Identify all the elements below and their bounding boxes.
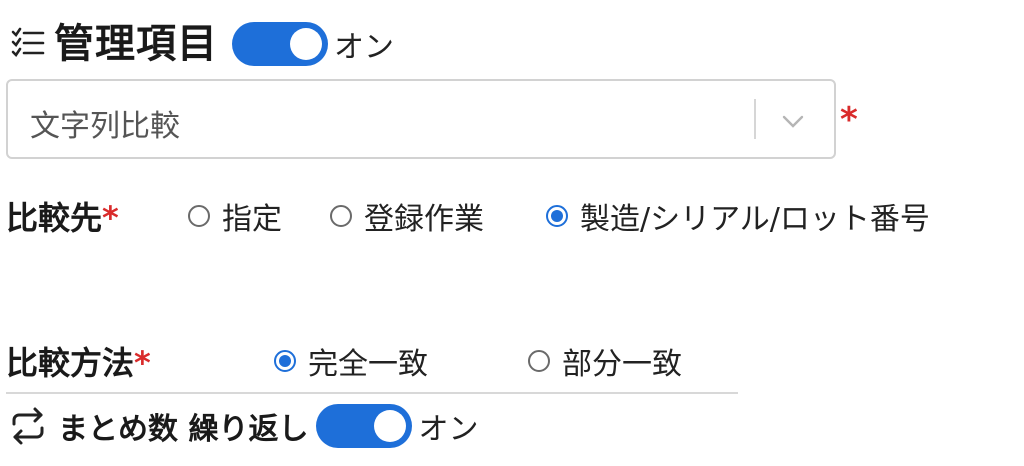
compare-target-option-registration[interactable]: 登録作業 — [330, 194, 484, 238]
option-label: 部分一致 — [562, 347, 682, 382]
page-title: 管理項目 — [54, 21, 218, 67]
option-label: 製造/シリアル/ロット番号 — [580, 202, 930, 237]
radio-specified[interactable] — [188, 205, 210, 227]
compare-target-required-mark: * — [102, 199, 119, 237]
option-label: 指定 — [222, 202, 282, 237]
management-toggle[interactable] — [232, 22, 328, 66]
radio-registration[interactable] — [330, 205, 352, 227]
compare-method-option-exact[interactable]: 完全一致 — [274, 339, 428, 383]
toggle-knob — [374, 410, 407, 442]
radio-exact[interactable] — [274, 350, 296, 372]
repeat-toggle[interactable] — [316, 404, 413, 448]
compare-target-label-text: 比較先 — [6, 199, 103, 237]
compare-target-label: 比較先* — [6, 193, 119, 239]
comparison-type-select[interactable]: 文字列比較 — [6, 79, 836, 159]
compare-target-option-serial[interactable]: 製造/シリアル/ロット番号 — [546, 194, 930, 238]
select-required-mark: * — [840, 100, 858, 140]
checklist-icon — [11, 27, 45, 58]
select-value: 文字列比較 — [30, 109, 180, 144]
select-separator — [754, 99, 756, 139]
compare-target-option-specified[interactable]: 指定 — [188, 194, 282, 238]
header: 管理項目 オン — [10, 14, 394, 74]
option-label: 完全一致 — [308, 347, 428, 382]
repeat-toggle-label: オン — [418, 412, 479, 447]
compare-method-option-partial[interactable]: 部分一致 — [528, 339, 682, 383]
repeat-icon — [12, 407, 44, 445]
compare-method-required-mark: * — [134, 344, 151, 382]
option-label: 登録作業 — [364, 202, 484, 237]
chevron-down-icon[interactable] — [780, 108, 806, 134]
compare-method-label-text: 比較方法 — [6, 344, 135, 382]
compare-method-label: 比較方法* — [6, 338, 151, 384]
repeat-row: まとめ数 繰り返し オン — [8, 398, 478, 454]
radio-serial[interactable] — [546, 205, 568, 227]
management-toggle-label: オン — [334, 30, 394, 65]
repeat-label: まとめ数 繰り返し — [58, 412, 309, 447]
toggle-knob — [290, 28, 322, 60]
radio-partial[interactable] — [528, 350, 550, 372]
divider — [6, 392, 738, 394]
